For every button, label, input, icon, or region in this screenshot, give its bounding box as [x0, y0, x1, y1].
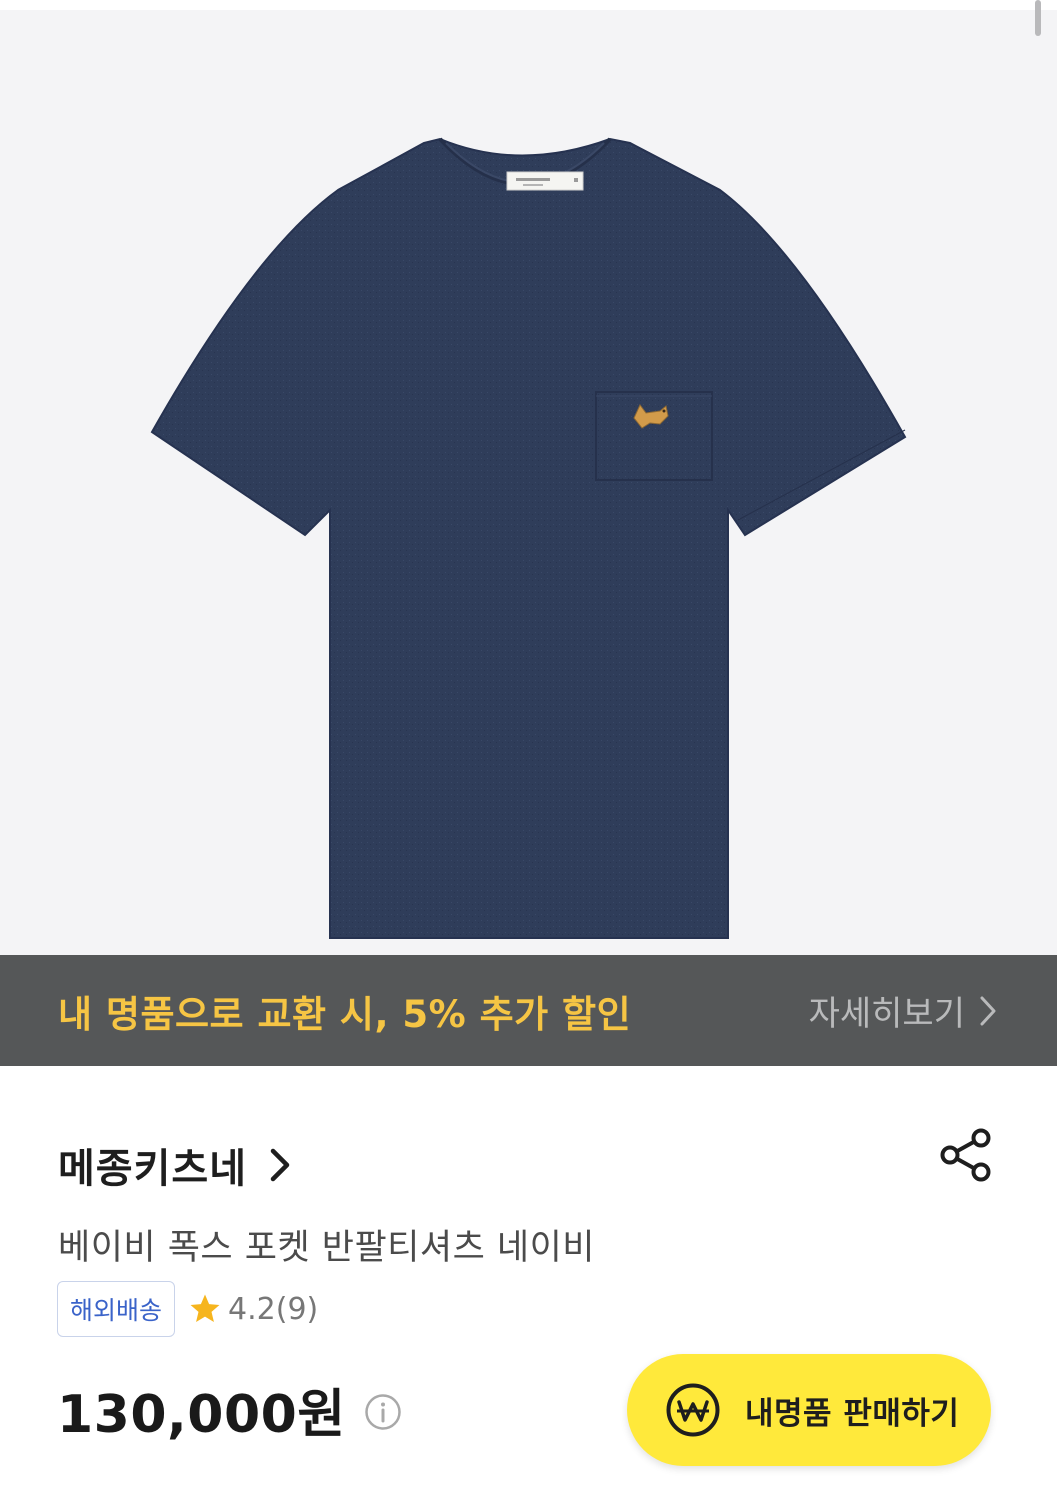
share-button[interactable]: [939, 1128, 993, 1186]
sell-luxury-button[interactable]: 내명품 판매하기: [627, 1354, 991, 1466]
brand-name: 메종키츠네: [58, 1146, 247, 1192]
promo-banner[interactable]: 내 명품으로 교환 시, 5% 추가 할인 자세히보기: [0, 955, 1057, 1066]
price-row: 130,000원: [57, 1372, 402, 1447]
info-icon[interactable]: [364, 1393, 402, 1431]
sell-button-label: 내명품 판매하기: [745, 1395, 960, 1432]
rating-value: 4.2: [228, 1291, 276, 1327]
brand-link[interactable]: 메종키츠네: [58, 1136, 291, 1194]
price: 130,000원: [57, 1385, 346, 1445]
product-title: 베이비 폭스 포켓 반팔티셔츠 네이비: [58, 1228, 596, 1268]
tshirt-image: [150, 137, 907, 939]
won-coin-icon: [666, 1383, 720, 1437]
product-image[interactable]: [0, 0, 1057, 955]
promo-text: 내 명품으로 교환 시, 5% 추가 할인: [58, 992, 632, 1036]
product-tags: 해외배송 4.2 (9): [57, 1281, 318, 1337]
promo-more-label: 자세히보기: [808, 994, 965, 1034]
shipping-badge: 해외배송: [57, 1281, 176, 1337]
product-info: 메종키츠네 베이비 폭스 포켓 반팔티셔츠 네이비 해외배송 4.2 (9) 1…: [0, 1066, 1057, 1500]
promo-more-link[interactable]: 자세히보기: [809, 986, 997, 1035]
review-count: (9): [275, 1291, 319, 1327]
chevron-right-icon: [270, 1148, 290, 1182]
star-icon: [190, 1294, 220, 1323]
share-icon: [940, 1128, 991, 1182]
rating[interactable]: 4.2 (9): [188, 1292, 318, 1327]
chevron-right-icon: [980, 996, 996, 1025]
